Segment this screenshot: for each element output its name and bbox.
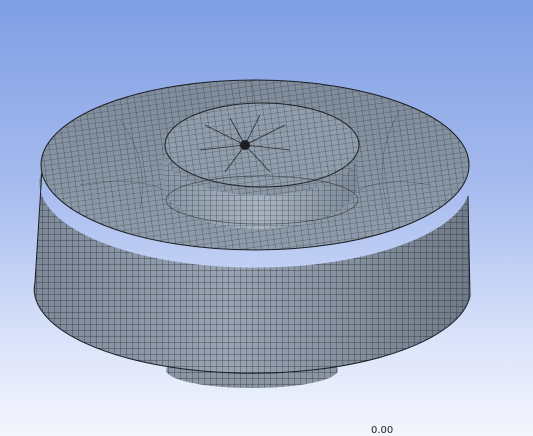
graphics-viewport[interactable]: 0.00: [0, 0, 533, 436]
mesh-model-view[interactable]: [0, 0, 533, 436]
scale-readout: 0.00: [371, 425, 394, 436]
center-boss: [162, 102, 360, 230]
